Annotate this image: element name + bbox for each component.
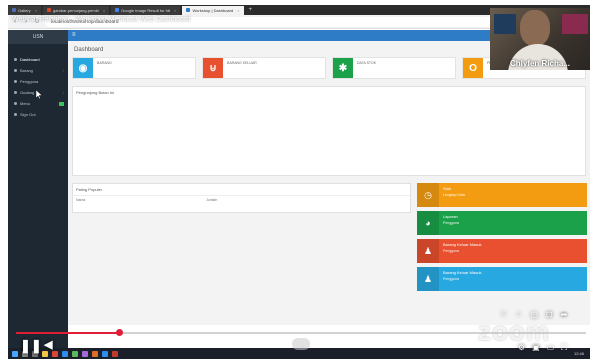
browser-tab[interactable]: gambar-penunjang-pembi × [43, 5, 110, 15]
new-badge [59, 101, 64, 106]
miniplayer-icon[interactable]: ▣ [532, 343, 540, 353]
sidebar: USN Dashboard Barang ‹ Pengguna Gudang ‹ M… [8, 30, 68, 348]
column-header: Jumlah [206, 198, 218, 202]
stat-icon: ⊍ [203, 58, 223, 78]
info-box-laporan[interactable]: ◕ Laporan Pengguna [417, 211, 587, 235]
app-icon[interactable] [62, 350, 68, 357]
video-progress-fill [16, 332, 119, 334]
users-icon: ♟ [417, 239, 439, 263]
background-monitor [562, 14, 588, 34]
clock-icon: ◷ [417, 183, 439, 207]
dislike-icon[interactable]: ♢ [515, 310, 522, 319]
chrome-icon[interactable] [52, 350, 58, 357]
popular-panel: Paling Populer Nama Jumlah [72, 183, 411, 213]
sidebar-item-pengguna[interactable]: Pengguna [8, 76, 68, 87]
player-scroll-button[interactable] [292, 338, 310, 350]
box-icon [14, 69, 17, 72]
participant-name: Chlyfen Richa... [509, 59, 570, 68]
app-icon[interactable] [72, 350, 78, 357]
close-tab-icon[interactable]: × [174, 8, 176, 13]
start-icon[interactable] [12, 350, 18, 357]
app-icon[interactable] [102, 350, 108, 357]
info-box-stok[interactable]: ◷ Stok Lengkap Data [417, 183, 587, 207]
panel-title: Paling Populer [76, 187, 103, 192]
dashboard-icon [14, 58, 17, 61]
tab-favicon-icon [115, 8, 120, 12]
stat-icon: ◉ [73, 58, 93, 78]
app-icon[interactable] [82, 350, 88, 357]
users-icon [14, 80, 17, 83]
hamburger-icon[interactable]: ≡ [72, 32, 76, 38]
new-tab-button[interactable]: + [246, 7, 256, 13]
comment-icon[interactable]: ▢ [530, 310, 538, 319]
chevron-icon: ‹ [62, 90, 64, 95]
panel-title: Pengunjung Bulan Ini [76, 90, 115, 95]
tab-favicon-icon [12, 8, 16, 12]
info-box-barang-masuk[interactable]: ♟ Barang Keluar Masuk Pengguna [417, 239, 587, 263]
browser-tab-active[interactable]: Workshop | Dashboard × [182, 5, 244, 15]
close-tab-icon[interactable]: × [35, 8, 37, 13]
background-monitor [494, 14, 516, 34]
mouse-cursor-icon [36, 90, 42, 99]
main-content: Dashboard ◉ Barang ⊍ Barang Keluar ✱ Dat… [68, 41, 590, 325]
page-title: Dashboard [74, 47, 104, 53]
chevron-icon: ‹ [62, 68, 64, 73]
like-icon[interactable]: ♡ [500, 310, 507, 319]
menu-icon [14, 102, 17, 105]
explorer-icon[interactable] [42, 350, 48, 357]
app-icon[interactable] [92, 350, 98, 357]
stat-icon: O [463, 58, 483, 78]
app-icon[interactable] [112, 350, 118, 357]
presenter-face [520, 10, 550, 46]
tab-favicon-icon [47, 8, 52, 12]
column-header: Nama [76, 198, 86, 202]
fullscreen-icon[interactable]: ⛶ [561, 343, 567, 353]
meeting-banner: Webinar Pelatihan - Workshop Membuat Web… [12, 16, 191, 23]
visitors-chart-panel: Pengunjung Bulan Ini [72, 86, 586, 176]
close-tab-icon[interactable]: × [103, 8, 105, 13]
stat-icon: ✱ [333, 58, 353, 78]
stat-card-data-stok[interactable]: ✱ Data Stok [332, 57, 456, 79]
users-icon: ♟ [417, 267, 439, 291]
share-icon[interactable]: ➦ [561, 310, 568, 319]
settings-icon[interactable]: ⚙ [518, 343, 525, 353]
table-header: Nama Jumlah [73, 195, 410, 204]
sidebar-item-dashboard[interactable]: Dashboard [8, 54, 68, 65]
stat-card-barang[interactable]: ◉ Barang [72, 57, 196, 79]
player-controls-right: ⚙ ▣ ▭ ⛶ [518, 343, 567, 353]
pie-icon: ◕ [417, 211, 439, 235]
webcam-video: Chlyfen Richa... [490, 8, 590, 70]
video-scrubber-handle[interactable] [116, 329, 123, 336]
sidebar-item-menu[interactable]: Menu [8, 98, 68, 109]
close-tab-icon[interactable]: × [237, 8, 239, 13]
signout-icon [14, 113, 17, 116]
theater-icon[interactable]: ▭ [547, 343, 555, 353]
sidebar-item-signout[interactable]: Sign Out [8, 109, 68, 120]
info-box-barang-keluar[interactable]: ♟ Barang Keluar Masuk Pengguna [417, 267, 587, 291]
player-overlay-actions: ♡ ♢ ▢ ⊡ ➦ [500, 310, 567, 319]
tab-favicon-icon [186, 8, 191, 12]
save-icon[interactable]: ⊡ [546, 310, 553, 319]
browser-tab[interactable]: Google Image Result for htt × [111, 5, 181, 15]
sidebar-item-barang[interactable]: Barang ‹ [8, 65, 68, 76]
stat-card-barang-keluar[interactable]: ⊍ Barang Keluar [202, 57, 326, 79]
pause-button[interactable]: ❚❚ [20, 338, 42, 354]
browser-tab[interactable]: Gallery × [8, 5, 42, 15]
brand-logo: USN [8, 30, 68, 44]
volume-icon[interactable]: ◀ [44, 338, 52, 351]
taskbar-clock: 12:46 [573, 351, 584, 356]
warehouse-icon [14, 91, 17, 94]
